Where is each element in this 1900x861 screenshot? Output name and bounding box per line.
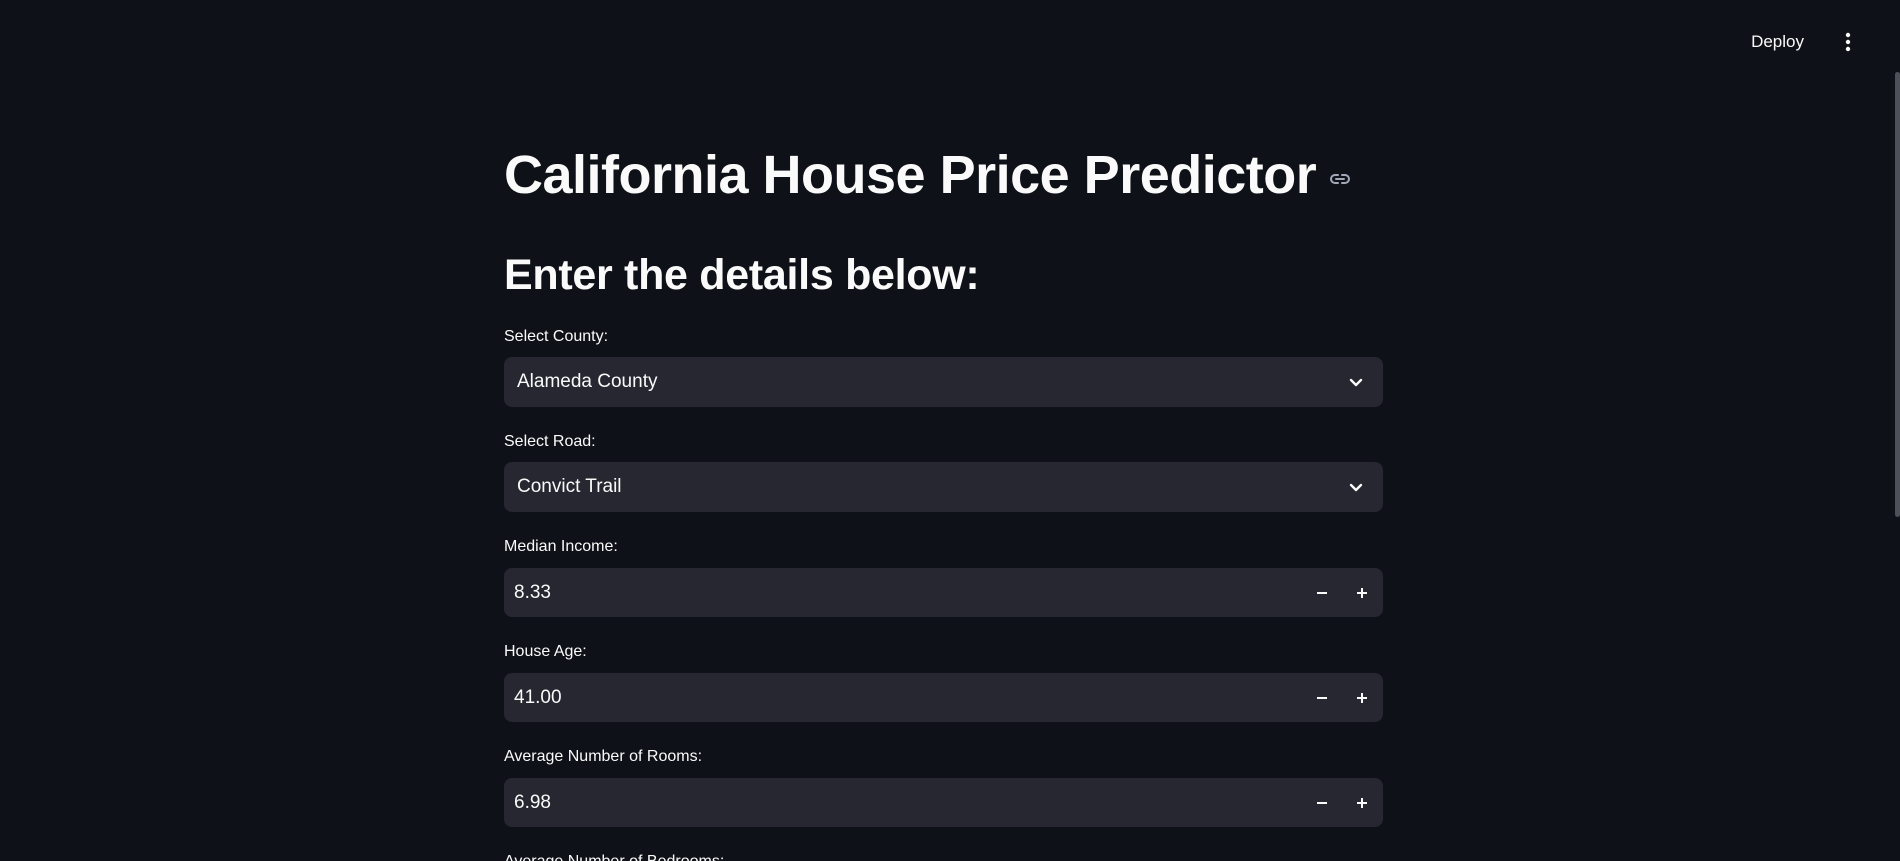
- minus-icon: [1317, 696, 1327, 699]
- median-income-label: Median Income:: [504, 538, 618, 555]
- median-income-field[interactable]: [504, 568, 1302, 617]
- median-income-decrement-button[interactable]: [1302, 568, 1342, 617]
- house-age-increment-button[interactable]: [1342, 673, 1382, 722]
- avg-rooms-increment-button[interactable]: [1342, 778, 1382, 827]
- road-select[interactable]: Convict Trail: [504, 462, 1383, 512]
- main-menu-button[interactable]: [1832, 26, 1864, 58]
- page-scrollbar[interactable]: [1895, 72, 1900, 517]
- avg-rooms-field[interactable]: [504, 778, 1302, 827]
- avg-rooms-label: Average Number of Rooms:: [504, 748, 703, 765]
- avg-bedrooms-label: Average Number of Bedrooms:: [504, 852, 724, 861]
- plus-icon: [1357, 587, 1367, 598]
- chevron-down-icon: [1346, 477, 1366, 497]
- anchor-link-icon[interactable]: [1328, 167, 1352, 191]
- median-income-increment-button[interactable]: [1342, 568, 1382, 617]
- deploy-button[interactable]: Deploy: [1743, 26, 1812, 58]
- plus-icon: [1357, 797, 1367, 808]
- house-age-field[interactable]: [504, 673, 1302, 722]
- section-heading: Enter the details below:: [504, 251, 980, 299]
- vertical-ellipsis-icon: [1845, 32, 1851, 52]
- county-select-value: Alameda County: [517, 371, 658, 392]
- house-age-label: House Age:: [504, 643, 587, 660]
- county-label: Select County:: [504, 328, 609, 345]
- minus-icon: [1317, 801, 1327, 804]
- avg-rooms-number-input: [504, 778, 1383, 827]
- page-title: California House Price Predictor: [504, 145, 1317, 205]
- plus-icon: [1357, 692, 1367, 703]
- house-age-decrement-button[interactable]: [1302, 673, 1342, 722]
- title-row: California House Price Predictor: [504, 142, 1352, 208]
- road-label: Select Road:: [504, 433, 596, 450]
- road-select-value: Convict Trail: [517, 476, 622, 497]
- app-root: Deploy California House Price Predictor …: [0, 0, 1900, 861]
- chevron-down-icon: [1346, 372, 1366, 392]
- minus-icon: [1317, 591, 1327, 594]
- top-header: Deploy: [0, 0, 1900, 84]
- county-select[interactable]: Alameda County: [504, 357, 1383, 407]
- avg-rooms-decrement-button[interactable]: [1302, 778, 1342, 827]
- median-income-number-input: [504, 568, 1383, 617]
- house-age-number-input: [504, 673, 1383, 722]
